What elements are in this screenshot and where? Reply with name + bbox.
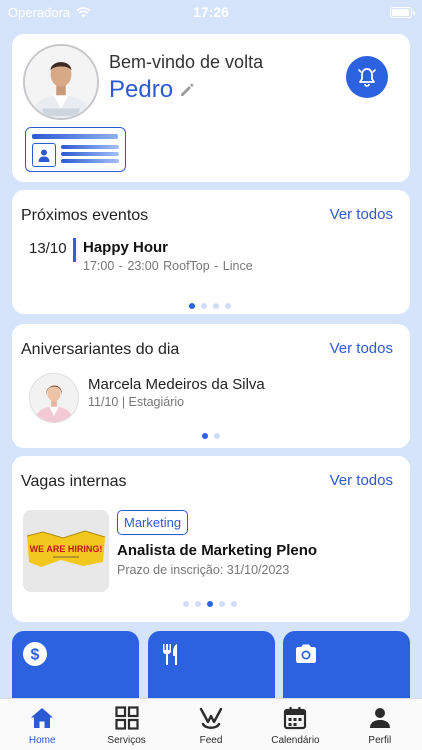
user-name-label: Pedro (109, 76, 174, 103)
id-card-person-icon (32, 143, 56, 167)
events-title: Próximos eventos (21, 207, 149, 224)
events-see-all-link[interactable]: Ver todos (330, 206, 393, 223)
page-dot[interactable] (214, 433, 220, 439)
tab-home[interactable]: Home (0, 699, 84, 750)
birthdays-see-all-link[interactable]: Ver todos (330, 340, 393, 357)
job-image: WE ARE HIRING! (23, 510, 109, 592)
hiring-illustration: WE ARE HIRING! (23, 510, 109, 592)
tab-bar: Home Serviços Feed Calendário Perfil (0, 698, 422, 750)
pencil-icon[interactable] (179, 82, 195, 98)
person-icon (369, 708, 390, 728)
page-dot[interactable] (207, 601, 213, 607)
birthdays-pagination[interactable] (202, 433, 220, 439)
notifications-button[interactable] (346, 56, 388, 98)
event-date: 13/10 (29, 240, 67, 257)
event-divider (73, 238, 76, 262)
id-card-line (61, 145, 119, 149)
tab-label: Feed (199, 735, 223, 746)
status-left: Operadora (8, 5, 91, 20)
cutlery-icon (163, 644, 177, 665)
tab-calendar[interactable]: Calendário (253, 699, 337, 750)
svg-text:$: $ (31, 647, 40, 664)
hiring-text: WE ARE HIRING! (30, 544, 103, 554)
birthdays-card: Aniversariantes do dia Ver todos Marcela… (12, 324, 410, 448)
tab-feed[interactable]: Feed (169, 699, 253, 750)
home-icon (31, 708, 54, 728)
birthday-photo (30, 374, 78, 422)
wifi-icon (76, 6, 91, 17)
tab-profile[interactable]: Perfil (338, 699, 422, 750)
camera-icon (296, 644, 316, 663)
birthday-avatar (29, 373, 79, 423)
page-dot[interactable] (189, 303, 195, 309)
page-dot[interactable] (201, 303, 207, 309)
page-dot[interactable] (213, 303, 219, 309)
page-dot[interactable] (195, 601, 201, 607)
carrier-label: Operadora (8, 4, 71, 20)
id-card-line (61, 152, 119, 156)
id-card-line (61, 159, 119, 163)
job-deadline: Prazo de inscrição: 31/10/2023 (117, 563, 290, 577)
profile-card: Bem-vindo de volta Pedro (12, 34, 410, 182)
jobs-title: Vagas internas (21, 473, 127, 490)
job-category-tag: Marketing (117, 510, 189, 535)
id-card-button[interactable] (25, 127, 126, 172)
tab-label: Home (28, 735, 56, 746)
page-dot[interactable] (225, 303, 231, 309)
feed-icon (199, 707, 223, 729)
bell-icon (358, 68, 376, 87)
grid-icon (115, 706, 139, 730)
tab-label: Serviços (107, 735, 146, 746)
status-bar: Operadora 17:26 (0, 0, 422, 24)
tab-services[interactable]: Serviços (84, 699, 168, 750)
avatar[interactable] (23, 44, 99, 120)
page-dot[interactable] (219, 601, 225, 607)
page-dot[interactable] (183, 601, 189, 607)
job-title: Analista de Marketing Pleno (117, 542, 318, 559)
birthdays-title: Aniversariantes do dia (21, 341, 180, 358)
page-dot[interactable] (202, 433, 208, 439)
jobs-card: Vagas internas Ver todos WE ARE HIRING! … (12, 456, 410, 622)
birthday-name: Marcela Medeiros da Silva (88, 376, 265, 393)
tab-label: Calendário (271, 735, 320, 746)
jobs-see-all-link[interactable]: Ver todos (330, 472, 393, 489)
event-title: Happy Hour (83, 239, 169, 256)
user-name[interactable]: Pedro (109, 76, 195, 104)
jobs-pagination[interactable] (183, 601, 237, 607)
welcome-text: Bem-vindo de volta (109, 52, 264, 72)
dollar-icon: $ (23, 642, 47, 666)
events-pagination[interactable] (189, 303, 231, 309)
calendar-icon (284, 707, 307, 730)
birthday-detail: 11/10 | Estagiário (88, 395, 185, 409)
id-card-header-bar (32, 134, 118, 139)
tab-label: Perfil (368, 735, 392, 746)
user-photo (25, 46, 97, 118)
battery-icon (390, 6, 415, 18)
event-detail: 17:00 - 23:00 RoofTop - Lince (83, 259, 253, 273)
page-dot[interactable] (231, 601, 237, 607)
events-card: Próximos eventos Ver todos 13/10 Happy H… (12, 190, 410, 314)
